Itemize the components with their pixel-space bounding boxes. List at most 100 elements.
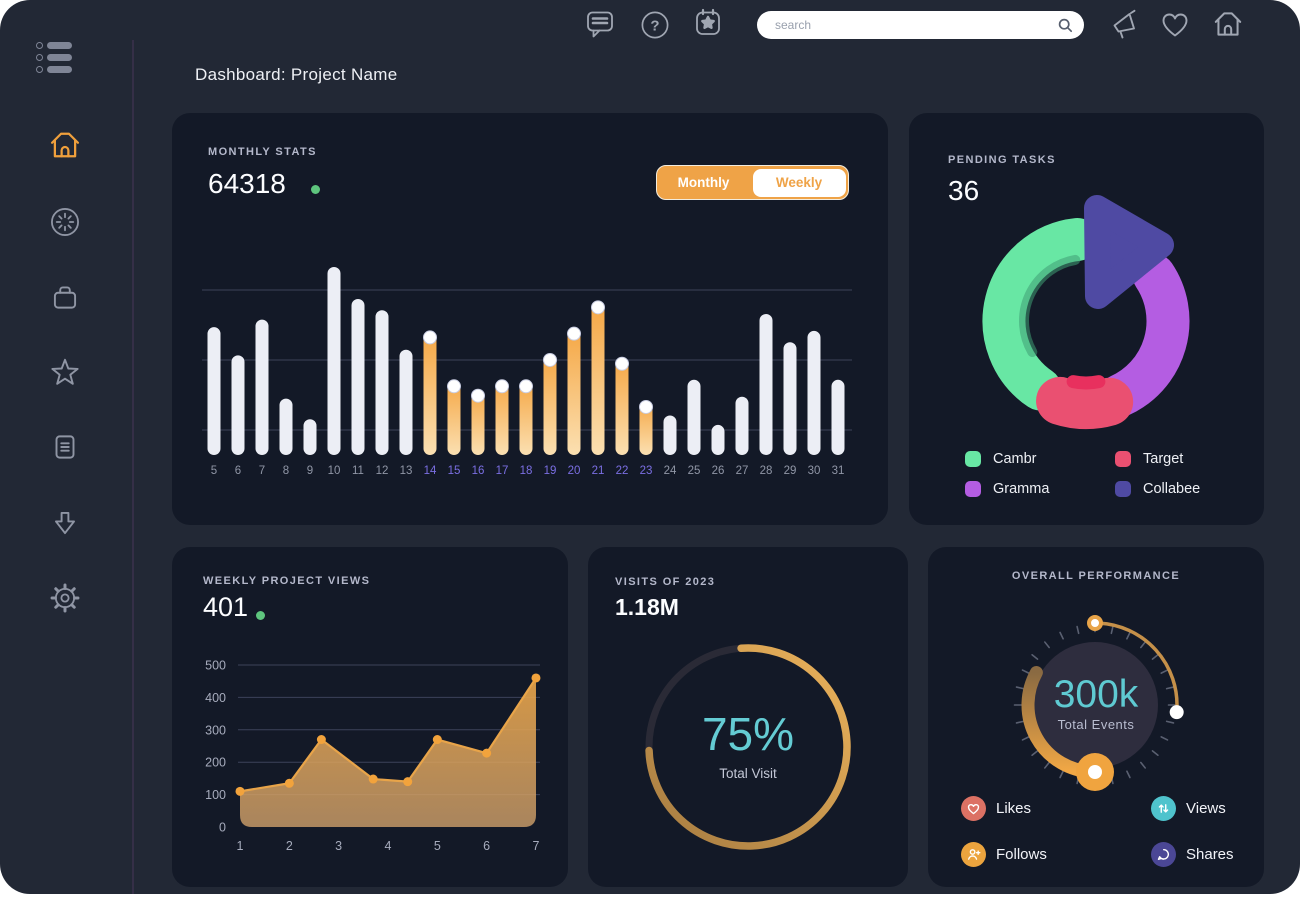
legend-label: Collabee bbox=[1143, 481, 1200, 497]
visits-percent: 75% bbox=[588, 707, 908, 761]
svg-text:8: 8 bbox=[283, 465, 289, 477]
svg-text:31: 31 bbox=[832, 465, 845, 477]
svg-text:0: 0 bbox=[219, 821, 226, 835]
menu-bar bbox=[47, 66, 72, 73]
svg-text:9: 9 bbox=[307, 465, 313, 477]
period-toggle: Monthly Weekly bbox=[656, 165, 849, 200]
sidebar-item-settings[interactable] bbox=[45, 578, 85, 618]
gauge-caption: Total Events bbox=[928, 717, 1264, 732]
legend-item-shares: Shares bbox=[1151, 842, 1234, 867]
chat-icon[interactable] bbox=[584, 7, 617, 49]
svg-text:5: 5 bbox=[434, 839, 441, 853]
svg-text:7: 7 bbox=[533, 839, 540, 853]
svg-text:25: 25 bbox=[688, 465, 701, 477]
svg-text:19: 19 bbox=[544, 465, 557, 477]
card-label: MONTHLY STATS bbox=[208, 146, 317, 158]
svg-text:500: 500 bbox=[205, 659, 226, 673]
legend-item-likes: Likes bbox=[961, 796, 1031, 821]
card-pending-tasks: PENDING TASKS 36 Cambr Target Gramma Col… bbox=[909, 113, 1264, 525]
chat-bubble-icon bbox=[1151, 842, 1176, 867]
menu-dot bbox=[36, 42, 43, 49]
svg-text:5: 5 bbox=[211, 465, 217, 477]
sidebar-item-home[interactable] bbox=[45, 125, 85, 165]
sidebar-item-downloads[interactable] bbox=[45, 503, 85, 543]
card-weekly-views: WEEKLY PROJECT VIEWS 401 500400300200100… bbox=[172, 547, 568, 887]
search-input[interactable] bbox=[775, 11, 1045, 39]
svg-text:400: 400 bbox=[205, 691, 226, 705]
svg-text:24: 24 bbox=[664, 465, 677, 477]
legend-label: Target bbox=[1143, 451, 1183, 467]
svg-text:4: 4 bbox=[385, 839, 392, 853]
sidebar-item-documents[interactable] bbox=[45, 427, 85, 467]
bar-chart: 5678910111213141516171819202122232425262… bbox=[202, 255, 852, 480]
sidebar-divider bbox=[132, 40, 134, 894]
sidebar-item-activity[interactable] bbox=[45, 202, 85, 242]
gear-icon bbox=[48, 581, 82, 615]
svg-text:3: 3 bbox=[335, 839, 342, 853]
svg-text:200: 200 bbox=[205, 756, 226, 770]
app-window: ? bbox=[0, 0, 1300, 894]
svg-text:21: 21 bbox=[592, 465, 605, 477]
svg-text:12: 12 bbox=[376, 465, 389, 477]
legend-swatch bbox=[1115, 481, 1131, 497]
card-visits: VISITS OF 2023 1.18M 75% Total Visit bbox=[588, 547, 908, 887]
legend-item-gramma: Gramma bbox=[965, 480, 1115, 497]
svg-text:28: 28 bbox=[760, 465, 773, 477]
legend-label: Shares bbox=[1186, 846, 1234, 863]
legend-item-target: Target bbox=[1115, 450, 1200, 467]
search-icon[interactable] bbox=[1058, 18, 1073, 33]
card-overall-performance: OVERALL PERFORMANCE 300k Total Events Li… bbox=[928, 547, 1264, 887]
monthly-toggle-button[interactable]: Monthly bbox=[657, 166, 750, 199]
legend-item-views: Views bbox=[1151, 796, 1226, 821]
sidebar-item-favorites[interactable] bbox=[45, 352, 85, 392]
menu-dot bbox=[36, 54, 43, 61]
up-down-arrows-icon bbox=[1151, 796, 1176, 821]
svg-text:14: 14 bbox=[424, 465, 437, 477]
question-glyph: ? bbox=[650, 18, 659, 35]
svg-text:6: 6 bbox=[235, 465, 241, 477]
svg-text:11: 11 bbox=[352, 465, 364, 477]
legend-item-cambr: Cambr bbox=[965, 450, 1115, 467]
legend-label: Gramma bbox=[993, 481, 1049, 497]
card-monthly-stats: MONTHLY STATS 64318 Monthly Weekly 5 6 7 8 9… bbox=[172, 113, 888, 525]
svg-text:300: 300 bbox=[205, 723, 226, 737]
monthly-stats-value: 64318 bbox=[208, 168, 286, 200]
home-icon-topbar[interactable] bbox=[1211, 7, 1245, 46]
legend-swatch bbox=[1115, 451, 1131, 467]
person-plus-icon bbox=[961, 842, 986, 867]
donut-legend: Cambr Target Gramma Collabee bbox=[965, 450, 1200, 497]
loader-icon bbox=[48, 205, 82, 239]
legend-label: Likes bbox=[996, 800, 1031, 817]
legend-swatch bbox=[965, 451, 981, 467]
sidebar-item-projects[interactable] bbox=[45, 277, 85, 317]
menu-dot bbox=[36, 66, 43, 73]
document-icon bbox=[48, 430, 82, 464]
svg-text:13: 13 bbox=[400, 465, 413, 477]
svg-text:2: 2 bbox=[286, 839, 293, 853]
svg-text:22: 22 bbox=[616, 465, 629, 477]
svg-text:16: 16 bbox=[472, 465, 485, 477]
legend-label: Cambr bbox=[993, 451, 1037, 467]
menu-bar bbox=[47, 54, 72, 61]
svg-text:17: 17 bbox=[496, 465, 509, 477]
star-icon bbox=[48, 355, 82, 389]
gauge-value: 300k bbox=[928, 673, 1264, 717]
premium-calendar-icon[interactable] bbox=[692, 6, 724, 47]
megaphone-icon[interactable] bbox=[1108, 8, 1143, 46]
page-title: Dashboard: Project Name bbox=[195, 65, 398, 85]
search-bar bbox=[757, 11, 1084, 39]
home-icon bbox=[47, 127, 83, 163]
legend-item-collabee: Collabee bbox=[1115, 480, 1200, 497]
menu-button[interactable] bbox=[36, 42, 72, 78]
menu-bar bbox=[47, 42, 72, 49]
heart-icon[interactable] bbox=[1159, 10, 1191, 45]
svg-text:30: 30 bbox=[808, 465, 821, 477]
download-icon bbox=[48, 506, 82, 540]
weekly-toggle-button[interactable]: Weekly bbox=[753, 169, 846, 197]
svg-text:7: 7 bbox=[259, 465, 265, 477]
help-icon[interactable]: ? bbox=[639, 9, 671, 46]
area-chart: 50040030020010001234567 bbox=[172, 547, 568, 887]
svg-text:18: 18 bbox=[520, 465, 533, 477]
legend-swatch bbox=[965, 481, 981, 497]
bag-icon bbox=[48, 280, 82, 314]
